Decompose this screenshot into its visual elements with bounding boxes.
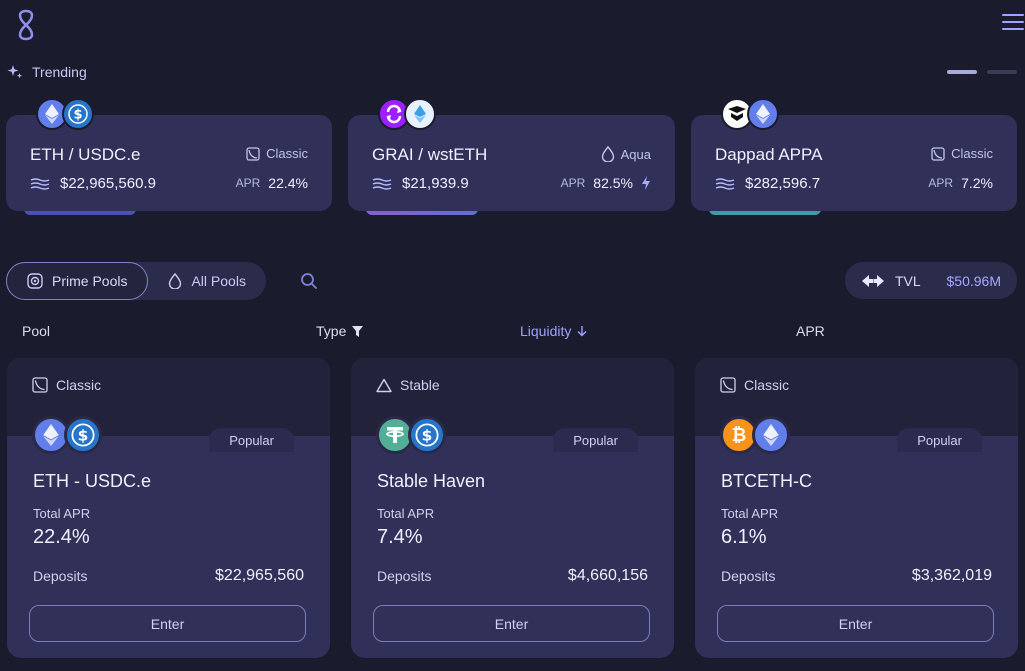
popular-badge: Popular	[553, 428, 638, 452]
arrow-down-icon	[577, 326, 587, 337]
pool-card-stable-haven[interactable]: Stable Popular $ Stable Haven Total APR …	[351, 358, 674, 658]
classic-curve-icon	[931, 146, 945, 161]
trending-tvl: $22,965,560.9	[30, 175, 156, 192]
trending-label: Trending	[32, 64, 87, 80]
svg-text:$: $	[422, 426, 433, 444]
total-apr-value: 6.1%	[721, 526, 767, 548]
pool-type: Classic	[246, 146, 308, 161]
tvl-label: TVL	[895, 272, 921, 289]
total-tvl: TVL $50.96M	[845, 262, 1017, 299]
pool-type: Classic	[720, 377, 789, 393]
droplet-icon	[169, 273, 182, 289]
token-pair-icons: $	[36, 98, 94, 130]
token-pair-icons	[721, 98, 779, 130]
wsteth-icon	[404, 98, 436, 130]
waves-icon	[30, 177, 50, 190]
trending-apr: APR 82.5%	[561, 175, 651, 191]
enter-button[interactable]: Enter	[373, 605, 650, 642]
deposits-value: $4,660,156	[567, 567, 648, 584]
pool-name: Stable Haven	[377, 471, 486, 491]
token-pair-icons: ₿	[720, 416, 790, 454]
trending-pool-name: GRAI / wstETH	[372, 145, 488, 164]
usdc-icon: $	[408, 416, 446, 454]
trending-apr: APR 7.2%	[928, 175, 993, 191]
hamburger-menu-icon	[1002, 14, 1024, 16]
pool-type: Stable	[376, 377, 440, 393]
carousel-dot[interactable]	[987, 70, 1017, 74]
pool-card-btceth-c[interactable]: Classic Popular ₿ BTCETH-C Total APR 6.1…	[695, 358, 1018, 658]
trending-tvl: $21,939.9	[372, 175, 469, 192]
pool-type: Aqua	[601, 146, 651, 162]
trending-tvl: $282,596.7	[715, 175, 820, 192]
filter-icon	[352, 325, 364, 337]
column-liquidity[interactable]: Liquidity	[520, 323, 587, 339]
column-type[interactable]: Type	[316, 323, 364, 339]
infinity-logo-icon[interactable]	[12, 8, 40, 42]
svg-text:₿: ₿	[732, 425, 747, 446]
menu-button[interactable]	[1002, 14, 1024, 34]
carousel-dot-active[interactable]	[947, 70, 977, 74]
popular-badge: Popular	[209, 428, 294, 452]
pool-type: Classic	[931, 146, 993, 161]
trending-card-grai-wsteth[interactable]: GRAI / wstETH Aqua $21,939.9 APR 82.5%	[348, 98, 675, 215]
token-pair-icons: $	[376, 416, 446, 454]
waves-icon	[372, 177, 392, 190]
classic-curve-icon	[32, 377, 48, 393]
lightning-boost-icon	[642, 176, 650, 190]
trending-header: Trending	[7, 64, 87, 80]
tvl-value: $50.96M	[946, 272, 1001, 289]
enter-button[interactable]: Enter	[29, 605, 306, 642]
trending-card-eth-usdc[interactable]: $ ETH / USDC.e Classic $22,965,560.9 APR…	[6, 98, 332, 215]
pool-name: ETH - USDC.e	[33, 471, 152, 491]
pool-type: Classic	[32, 377, 101, 393]
pool-name: BTCETH-C	[721, 471, 812, 491]
droplet-icon	[601, 146, 614, 162]
deposits-value: $3,362,019	[911, 567, 992, 584]
total-apr-label: Total APR	[377, 506, 435, 521]
total-apr-label: Total APR	[33, 506, 91, 521]
deposits-label: Deposits	[721, 568, 776, 584]
trending-card-dappad-appa[interactable]: Dappad APPA Classic $282,596.7 APR 7.2%	[691, 98, 1017, 215]
swap-arrows-icon	[862, 274, 884, 287]
trending-apr: APR 22.4%	[235, 175, 308, 191]
target-icon	[27, 273, 43, 289]
column-apr[interactable]: APR	[796, 323, 825, 339]
prime-pools-button[interactable]: Prime Pools	[6, 262, 149, 300]
triangle-stable-icon	[376, 378, 392, 392]
trending-pool-name: ETH / USDC.e	[30, 145, 141, 164]
deposits-label: Deposits	[33, 568, 88, 584]
total-apr-label: Total APR	[721, 506, 779, 521]
usdc-icon: $	[62, 98, 94, 130]
popular-badge: Popular	[897, 428, 982, 452]
usdc-icon: $	[64, 416, 102, 454]
pool-filter-toggle: Prime Pools All Pools	[6, 262, 266, 300]
deposits-label: Deposits	[377, 568, 432, 584]
total-apr-value: 7.4%	[377, 526, 423, 548]
classic-curve-icon	[720, 377, 736, 393]
eth-icon	[747, 98, 779, 130]
svg-text:$: $	[73, 108, 82, 123]
svg-text:$: $	[78, 426, 89, 444]
sparkle-icon	[7, 65, 23, 79]
pool-card-eth-usdc[interactable]: Classic Popular $ ETH - USDC.e Total APR…	[7, 358, 330, 658]
classic-curve-icon	[246, 146, 260, 161]
search-icon[interactable]	[300, 272, 318, 290]
column-pool[interactable]: Pool	[22, 323, 50, 339]
total-apr-value: 22.4%	[33, 526, 90, 548]
token-pair-icons	[378, 98, 436, 130]
waves-icon	[715, 177, 735, 190]
trending-pool-name: Dappad APPA	[715, 145, 823, 164]
all-pools-button[interactable]: All Pools	[148, 262, 265, 300]
deposits-value: $22,965,560	[215, 567, 304, 584]
eth-icon	[752, 416, 790, 454]
token-pair-icons: $	[32, 416, 102, 454]
carousel-dots[interactable]	[947, 70, 1017, 74]
enter-button[interactable]: Enter	[717, 605, 994, 642]
